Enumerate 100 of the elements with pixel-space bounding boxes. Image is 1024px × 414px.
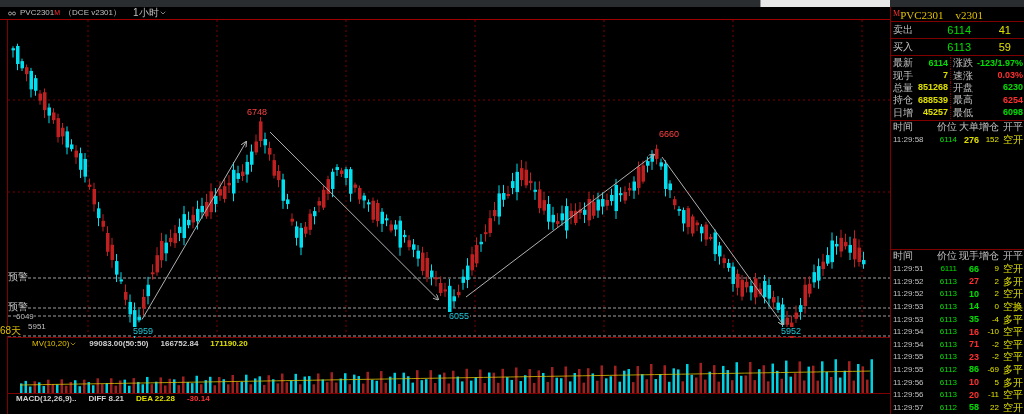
change-cell-text: -2 [990, 340, 999, 349]
type-cell-text: 空开 [1002, 289, 1023, 300]
book-volume: 41 [997, 24, 1011, 36]
time-cell-text: 11:29:52 [893, 290, 925, 299]
price-cell-text: 6112 [938, 365, 957, 374]
volume-cell-text: 23 [968, 352, 979, 362]
macd-value: -30.14 [186, 395, 210, 403]
time-cell-text: 11:29:54 [893, 328, 925, 337]
time-cell-text: 11:29:55 [893, 365, 925, 374]
volume-cell-text: 35 [968, 315, 979, 325]
stat-label: 总量 [893, 82, 913, 93]
change-cell-text: 2 [993, 277, 999, 286]
stat-value: 45257 [922, 108, 948, 118]
price-cell-text: 6112 [938, 403, 957, 412]
stat-value: 6098 [1002, 108, 1023, 118]
indicator-value: 171190.20 [210, 339, 248, 348]
volume-cell-text: 27 [968, 277, 979, 287]
type-cell-text: 空平 [1002, 327, 1023, 338]
period-selector[interactable]: 1小时 [133, 8, 167, 18]
alert-label: 预警 [8, 272, 28, 282]
volume-cell-text: 16 [968, 327, 979, 337]
time-cell-text: 11:29:56 [893, 391, 925, 400]
contract-title: v2301 [955, 10, 984, 21]
change-cell-text: 9 [993, 265, 999, 274]
time-cell-text: 11:29:52 [893, 277, 925, 286]
change-cell-text: 0 [993, 302, 999, 311]
stat-label: 开盘 [953, 82, 973, 93]
stat-value: 0.03% [997, 71, 1023, 81]
change-cell-text: -69 [986, 365, 999, 374]
change-cell-text: 5 [993, 378, 999, 387]
indicator-selector[interactable]: MV(10,20) [32, 339, 78, 348]
column-header: 大单 [958, 122, 979, 133]
link-icon[interactable] [8, 10, 16, 16]
column-header: 增仓 [979, 251, 999, 262]
type-cell-text: 空平 [1002, 339, 1023, 350]
price-cell-text: 6113 [938, 328, 957, 337]
symbol-title: PVC2301 [900, 10, 944, 21]
price-cell-text: 6113 [938, 391, 957, 400]
price-cell-text: 6113 [938, 353, 957, 362]
time-cell-text: 11:29:55 [893, 353, 925, 362]
price-cell-text: 6113 [938, 378, 957, 387]
book-price: 6114 [946, 24, 971, 36]
price-cell-text: 6113 [938, 315, 957, 324]
time-cell-text: 11:29:53 [893, 302, 925, 311]
stat-value: -123/1.97% [976, 58, 1023, 68]
stat-label: 涨跌 [953, 58, 973, 69]
price-cell-text: 6113 [938, 302, 957, 311]
time-cell-text: 11:29:56 [893, 378, 925, 387]
book-price: 6113 [946, 41, 971, 53]
column-header: 时间 [893, 251, 914, 262]
exchange-name: （DCE v2301） [64, 9, 121, 17]
type-cell-text: 空换 [1002, 301, 1023, 312]
volume-cell-text: 276 [962, 135, 979, 145]
macd-value: DIFF 8.21 [88, 395, 125, 403]
type-cell-text: 空开 [1002, 135, 1023, 146]
stat-value: 6114 [928, 58, 948, 68]
column-header: 时间 [893, 122, 914, 133]
type-cell-text: 空开 [1002, 264, 1023, 275]
macd-value: DEA 22.28 [136, 395, 175, 403]
column-header: 现手 [958, 251, 979, 262]
change-cell-text: -10 [986, 328, 999, 337]
volume-cell-text: 86 [968, 365, 979, 375]
price-label: 6055 [448, 312, 471, 321]
time-cell-text: 11:29:58 [893, 136, 925, 145]
time-cell-text: 11:29:54 [893, 340, 925, 349]
type-cell-text: 多平 [1002, 364, 1023, 375]
stat-label: 持仓 [893, 95, 913, 106]
type-cell-text: 多平 [1002, 314, 1023, 325]
price-label: 5959 [132, 327, 155, 336]
book-volume: 59 [997, 41, 1011, 53]
volume-cell-text: 10 [968, 378, 979, 387]
stat-label: 最新 [893, 58, 913, 69]
stat-value: 6254 [1002, 95, 1023, 105]
symbol-name: PVC2301 [20, 9, 55, 17]
type-cell-text: 多开 [1002, 276, 1023, 287]
caret-icon [158, 9, 167, 17]
axis-label: 6049 [16, 313, 34, 321]
axis-label: 68天 [0, 326, 22, 336]
stat-value: 7 [943, 71, 948, 81]
price-cell-text: 6113 [938, 340, 957, 349]
book-label: 卖出 [893, 25, 914, 35]
time-cell-text: 11:29:51 [893, 265, 925, 274]
volume-cell-text: 71 [968, 340, 979, 350]
axis-label: 5951 [28, 323, 46, 331]
stat-label: 最低 [953, 107, 973, 118]
price-cell-text: 6114 [938, 136, 957, 145]
column-header: 价位 [936, 122, 957, 133]
stat-value: 688539 [917, 95, 948, 105]
change-cell-text: -4 [990, 315, 999, 324]
column-header: 增仓 [979, 122, 999, 133]
stat-label: 日增 [893, 107, 913, 118]
volume-cell-text: 66 [968, 264, 979, 274]
change-cell-text: -2 [990, 353, 999, 362]
change-cell-text: 152 [984, 136, 999, 145]
type-cell-text: 多开 [1002, 377, 1023, 388]
column-header: 开平 [1002, 122, 1023, 133]
stat-label: 最高 [953, 95, 973, 106]
stat-label: 现手 [893, 70, 913, 81]
change-cell-text: 22 [989, 403, 999, 412]
price-label: 6748 [246, 108, 269, 117]
